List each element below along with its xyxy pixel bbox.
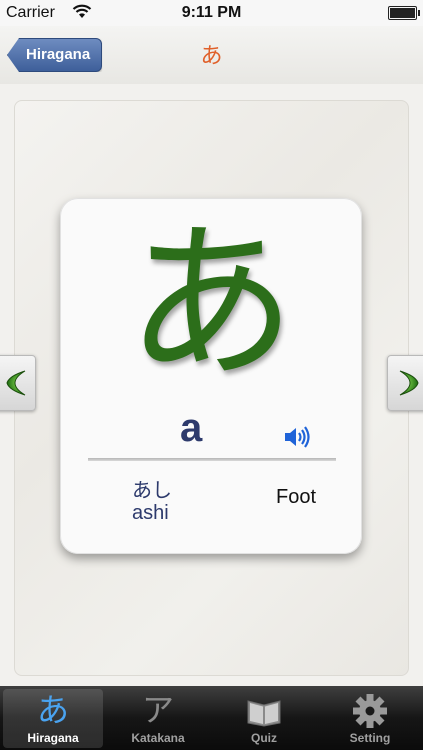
chevron-right-icon bbox=[399, 370, 419, 396]
romaji-label: a bbox=[180, 406, 203, 450]
previous-button[interactable] bbox=[0, 355, 36, 411]
tab-bar: あ Hiragana ア Katakana Quiz Setting bbox=[0, 686, 423, 750]
tab-label: Katakana bbox=[131, 731, 185, 745]
card-divider bbox=[88, 458, 336, 461]
tab-setting[interactable]: Setting bbox=[320, 689, 420, 748]
speaker-icon[interactable] bbox=[282, 424, 310, 450]
flash-card: あ a あし ashi Foot bbox=[60, 198, 362, 554]
next-button[interactable] bbox=[387, 355, 423, 411]
example-word-romaji: ashi bbox=[132, 502, 169, 524]
chevron-left-icon bbox=[6, 370, 26, 396]
status-bar: Carrier 9:11 PM bbox=[0, 0, 423, 26]
battery-icon bbox=[388, 6, 420, 20]
example-word-kana: あし bbox=[132, 480, 172, 502]
tab-label: Setting bbox=[349, 731, 391, 745]
tab-quiz[interactable]: Quiz bbox=[214, 689, 314, 748]
katakana-a-icon: ア bbox=[141, 691, 174, 729]
tab-label: Quiz bbox=[251, 731, 277, 745]
status-time: 9:11 PM bbox=[181, 4, 242, 21]
navigation-bar: Hiragana あ bbox=[0, 26, 423, 84]
nav-title: あ bbox=[200, 43, 223, 68]
book-icon bbox=[247, 700, 281, 727]
tab-katakana[interactable]: ア Katakana bbox=[108, 689, 208, 748]
example-word-meaning: Foot bbox=[276, 486, 317, 508]
gear-icon bbox=[353, 694, 387, 728]
character-display: あ bbox=[125, 205, 296, 403]
tab-hiragana[interactable]: あ Hiragana bbox=[3, 689, 103, 748]
tab-label: Hiragana bbox=[27, 731, 79, 745]
hiragana-a-icon: あ bbox=[36, 691, 69, 729]
